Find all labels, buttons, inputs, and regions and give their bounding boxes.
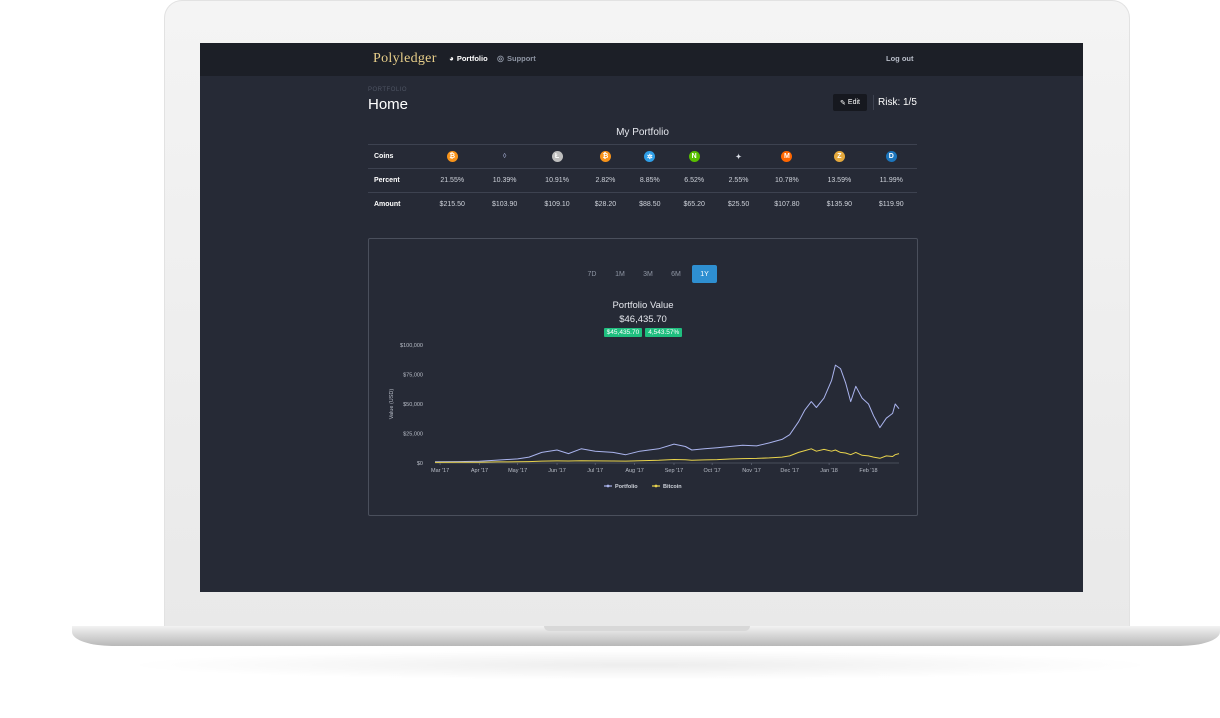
y-tick-label: $75,000 (403, 373, 423, 379)
x-tick-label: Aug '17 (625, 468, 643, 474)
pencil-icon: ✎ (840, 99, 846, 107)
y-axis-label: Value (USD) (389, 389, 395, 420)
line-chart: $0 $25,000 $50,000 $75,000 $100,000 Value (US… (389, 343, 900, 490)
laptop-shadow (120, 650, 1160, 680)
x-tick-label: May '17 (508, 468, 527, 474)
chart-card: 7D 1M 3M 6M 1Y Portfolio Value $46,435.70 $4… (368, 238, 918, 516)
coin-cell: M (760, 144, 814, 169)
nav-support-label: Support (506, 54, 536, 63)
nav-support[interactable]: ◎ Support (497, 54, 536, 63)
nav-portfolio-label: Portfolio (456, 54, 488, 63)
legend-label: Bitcoin (663, 484, 682, 490)
x-tick-label: Oct '17 (703, 468, 720, 474)
amount-cell: $135.90 (813, 192, 866, 216)
amount-cell: $109.10 (530, 192, 584, 216)
coin-cell: ₿ (426, 144, 479, 169)
amount-cell: $215.50 (426, 192, 479, 216)
laptop-notch (544, 626, 750, 631)
row-label-coins: Coins (368, 144, 426, 169)
percent-cell: 8.85% (627, 168, 672, 193)
lifebuoy-icon: ◎ (497, 54, 504, 63)
percent-cell: 21.55% (426, 168, 479, 193)
page-title: Home (368, 96, 409, 113)
legend-marker (654, 484, 658, 488)
edit-button-label: Edit (847, 99, 860, 106)
bitcoin-cash-icon: ₿ (599, 151, 611, 162)
percent-cell: 11.99% (865, 168, 917, 193)
coin-cell: N (671, 144, 717, 169)
pie-chart-icon: ◕ (449, 54, 454, 63)
logout-link[interactable]: Log out (886, 54, 914, 63)
amount-row: Amount $215.50 $103.90 $109.10 $28.20 $88.50… (368, 192, 917, 216)
percent-cell: 2.55% (716, 168, 761, 193)
breadcrumb: PORTFOLIO (368, 87, 408, 93)
coin-cell: ₿ (583, 144, 628, 169)
zcash-icon: Z (833, 151, 845, 162)
amount-cell: $103.90 (478, 192, 531, 216)
legend-label: Portfolio (615, 484, 638, 490)
portfolio-table: Coins ₿ ◊ Ł ₿ ✲ N ✦ M Z D Percent 21.55% 10.39% 10.… (368, 144, 917, 216)
x-tick-label: Dec '17 (780, 468, 798, 474)
y-tick-label: $0 (417, 461, 423, 467)
risk-level: Risk: 1/5 (878, 97, 917, 108)
row-label-percent: Percent (368, 168, 426, 193)
amount-cell: $25.50 (716, 192, 761, 216)
y-tick-label: $100,000 (400, 343, 423, 349)
portfolio-table-title: My Portfolio (616, 127, 669, 138)
coin-cell: Z (813, 144, 866, 169)
coin-cell: ✦ (716, 144, 761, 169)
app-screen: Polyledger ◕ Portfolio ◎ Support Log out… (200, 43, 1083, 592)
coin-cell: Ł (530, 144, 584, 169)
x-tick-label: Feb '18 (859, 468, 877, 474)
amount-cell: $119.90 (865, 192, 917, 216)
amount-cell: $28.20 (583, 192, 628, 216)
row-label-amount: Amount (368, 192, 426, 216)
x-tick-label: Sep '17 (665, 468, 683, 474)
legend-marker (606, 484, 610, 488)
coin-cell: ✲ (627, 144, 672, 169)
navbar: Polyledger ◕ Portfolio ◎ Support Log out (200, 43, 1083, 76)
monero-icon: M (781, 151, 793, 162)
coin-cell: D (865, 144, 917, 169)
amount-cell: $88.50 (627, 192, 672, 216)
x-tick-label: Jul '17 (587, 468, 603, 474)
edit-button[interactable]: ✎ Edit (833, 94, 867, 111)
percent-cell: 10.39% (478, 168, 531, 193)
nav-portfolio[interactable]: ◕ Portfolio (449, 54, 488, 63)
y-tick-label: $50,000 (403, 402, 423, 408)
y-tick-label: $25,000 (403, 432, 423, 438)
percent-cell: 10.91% (530, 168, 584, 193)
x-tick-label: Jun '17 (548, 468, 566, 474)
neo-icon: N (688, 151, 700, 162)
coin-cell: ◊ (478, 144, 531, 169)
x-tick-label: Nov '17 (742, 468, 760, 474)
bitcoin-icon: ₿ (446, 151, 458, 162)
ethereum-icon: ◊ (502, 153, 507, 160)
percent-cell: 10.78% (760, 168, 814, 193)
percent-cell: 2.82% (583, 168, 628, 193)
x-tick-label: Apr '17 (471, 468, 488, 474)
coins-row: Coins ₿ ◊ Ł ₿ ✲ N ✦ M Z D (368, 144, 917, 169)
percent-cell: 13.59% (813, 168, 866, 193)
dash-icon: D (885, 151, 897, 162)
x-tick-label: Jan '18 (820, 468, 838, 474)
amount-cell: $65.20 (671, 192, 717, 216)
divider (873, 95, 874, 110)
ripple-icon: ✲ (644, 151, 656, 162)
litecoin-icon: Ł (551, 151, 563, 162)
series-line-portfolio (434, 364, 900, 463)
x-tick-label: Mar '17 (431, 468, 449, 474)
percent-cell: 6.52% (671, 168, 717, 193)
amount-cell: $107.80 (760, 192, 814, 216)
series-line-bitcoin (434, 448, 900, 463)
stellar-icon: ✦ (735, 153, 742, 161)
percent-row: Percent 21.55% 10.39% 10.91% 2.82% 8.85% 6.52… (368, 168, 917, 193)
brand-logo[interactable]: Polyledger (373, 51, 437, 67)
